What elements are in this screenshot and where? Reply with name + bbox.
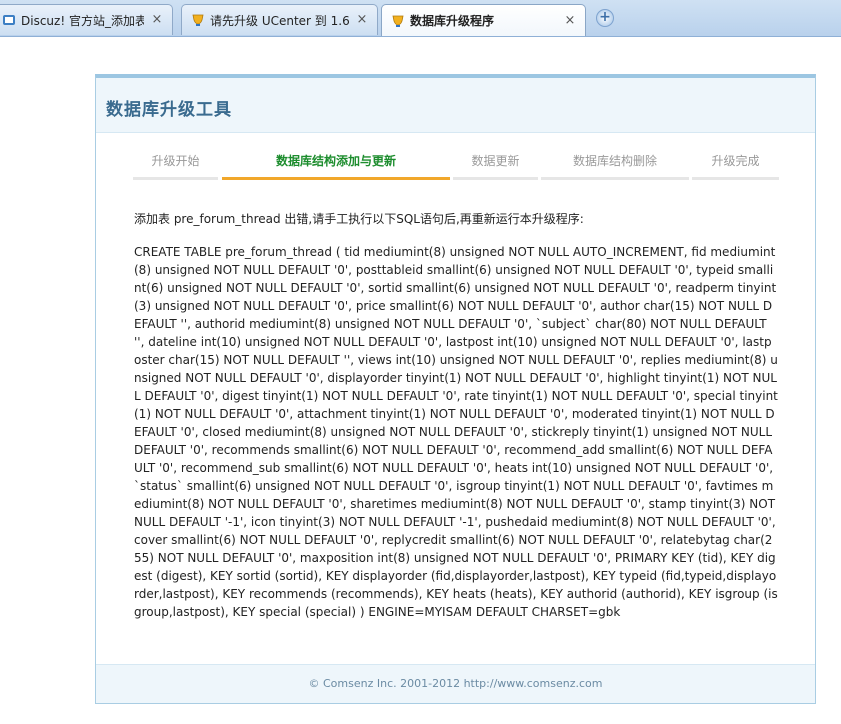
new-tab-button[interactable]: + [596, 9, 614, 27]
panel-header: 数据库升级工具 [96, 78, 815, 133]
tab-database-upgrade[interactable]: 数据库升级程序 × [381, 4, 586, 36]
tab-ucenter-upgrade[interactable]: 请先升级 UCenter 到 1.6.... × [181, 4, 378, 35]
close-icon[interactable]: × [355, 13, 369, 27]
step-structure-delete: 数据库结构删除 [541, 146, 689, 180]
tab-title: 数据库升级程序 [410, 14, 495, 28]
tab-title: Discuz! 官方站_添加表 pr... [21, 13, 144, 28]
tab-title: 请先升级 UCenter 到 1.6.... [210, 13, 349, 28]
step-structure-add-update: 数据库结构添加与更新 [222, 146, 450, 180]
discuz-icon [190, 12, 206, 28]
page-title: 数据库升级工具 [106, 100, 232, 120]
discuz-icon [390, 13, 406, 29]
error-message: 添加表 pre_forum_thread 出错,请手工执行以下SQL语句后,再重… [134, 212, 584, 226]
step-data-update: 数据更新 [453, 146, 538, 180]
close-icon[interactable]: × [563, 13, 577, 28]
step-start: 升级开始 [133, 146, 218, 180]
error-content: 添加表 pre_forum_thread 出错,请手工执行以下SQL语句后,再重… [134, 210, 778, 621]
browser-tab-strip: Discuz! 官方站_添加表 pr... × 请先升级 UCenter 到 1… [0, 0, 841, 37]
discuz-icon [1, 12, 17, 28]
tab-discuz-official[interactable]: Discuz! 官方站_添加表 pr... × [0, 4, 173, 35]
sql-statement: CREATE TABLE pre_forum_thread ( tid medi… [134, 245, 778, 619]
step-complete: 升级完成 [692, 146, 779, 180]
upgrade-panel: 数据库升级工具 升级开始 数据库结构添加与更新 数据更新 数据库结构删除 升级完… [95, 74, 816, 704]
upgrade-steps: 升级开始 数据库结构添加与更新 数据更新 数据库结构删除 升级完成 [133, 146, 779, 180]
page-footer: © Comsenz Inc. 2001-2012 http://www.coms… [96, 664, 815, 703]
close-icon[interactable]: × [150, 13, 164, 27]
